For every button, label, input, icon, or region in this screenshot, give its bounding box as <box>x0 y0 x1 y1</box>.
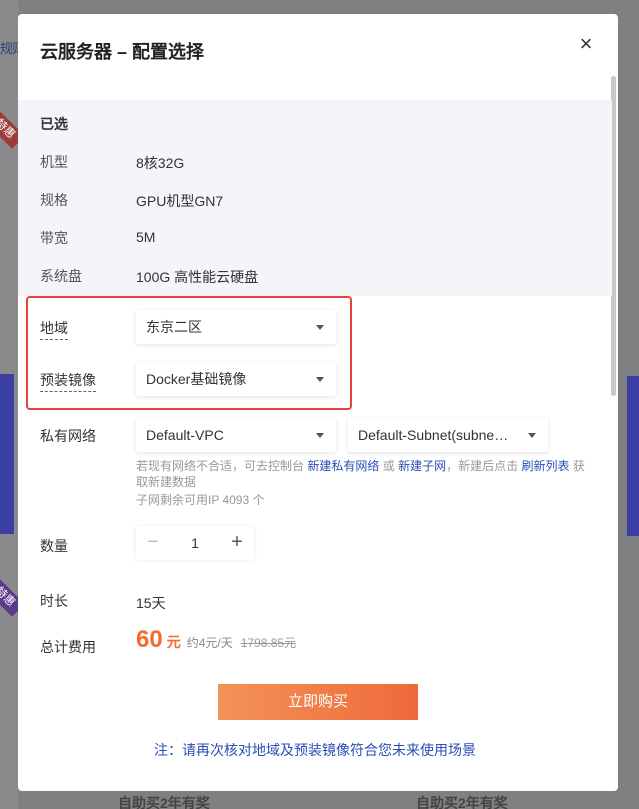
spec-value-type: GPU机型GN7 <box>136 193 224 209</box>
scroll-fade <box>18 552 612 574</box>
vpc-select[interactable]: Default-VPC <box>136 418 336 452</box>
spec-value-bandwidth: 5M <box>136 229 156 245</box>
background-card-title: 自助买2年有奖 <box>416 795 508 809</box>
price-amount: 60 <box>136 626 163 653</box>
close-icon[interactable]: × <box>576 32 596 56</box>
hint-text: 或 <box>382 459 395 473</box>
ip-remaining: 子网剩余可用IP 4093 个 <box>136 493 265 507</box>
hint-text: ，新建后点击 <box>446 459 519 473</box>
region-label: 地域 <box>40 318 68 340</box>
chevron-down-icon <box>316 377 324 382</box>
background-card-title: 自助买2年有奖 <box>118 795 210 809</box>
background-banner <box>0 374 14 534</box>
spec-value-disk: 100G 高性能云硬盘 <box>136 269 259 285</box>
new-subnet-link[interactable]: 新建子网 <box>398 459 446 473</box>
spec-label-type: 规格 <box>40 192 68 208</box>
duration-value: 15天 <box>136 595 166 611</box>
duration-label: 时长 <box>40 593 68 609</box>
new-vpc-link[interactable]: 新建私有网络 <box>307 459 379 473</box>
cost-label: 总计费用 <box>40 639 96 655</box>
selected-heading: 已选 <box>40 116 68 132</box>
region-select-value: 东京二区 <box>146 319 202 335</box>
original-price: 1798.85元 <box>240 636 297 650</box>
subnet-select-value: Default-Subnet(subne… <box>358 427 509 443</box>
network-label: 私有网络 <box>40 428 96 444</box>
modal-title: 云服务器 – 配置选择 <box>40 42 205 62</box>
config-modal: 云服务器 – 配置选择 × 已选 机型 8核32G 规格 GPU机型GN7 带宽… <box>18 14 618 791</box>
background-banner <box>627 376 639 536</box>
price-daily: 约4元/天 <box>186 636 233 650</box>
total-price: 60 元约4元/天 1798.85元 <box>136 626 296 654</box>
spec-label-model: 机型 <box>40 154 68 170</box>
image-select-value: Docker基础镜像 <box>146 371 247 387</box>
hint-text: 若现有网络不合适，可去控制台 <box>136 459 305 473</box>
image-select[interactable]: Docker基础镜像 <box>136 362 336 396</box>
price-unit: 元 <box>166 634 181 650</box>
chevron-down-icon <box>528 433 536 438</box>
notice-text: 注：请再次核对地域及预装镜像符合您未来使用场景 <box>154 742 476 758</box>
spec-label-disk: 系统盘 <box>40 268 82 284</box>
subnet-select[interactable]: Default-Subnet(subne… <box>348 418 548 452</box>
buy-now-button[interactable]: 立即购买 <box>218 684 418 720</box>
spec-label-bandwidth: 带宽 <box>40 230 68 246</box>
chevron-down-icon <box>316 433 324 438</box>
image-label: 预装镜像 <box>40 370 96 392</box>
region-select[interactable]: 东京二区 <box>136 310 336 344</box>
refresh-list-link[interactable]: 刷新列表 <box>521 459 569 473</box>
chevron-down-icon <box>316 325 324 330</box>
network-hint: 若现有网络不合适，可去控制台 新建私有网络 或 新建子网，新建后点击 刷新列表 … <box>136 458 596 490</box>
vpc-select-value: Default-VPC <box>146 427 224 443</box>
spec-value-model: 8核32G <box>136 155 185 171</box>
selected-summary: 已选 机型 8核32G 规格 GPU机型GN7 带宽 5M 系统盘 100G 高… <box>18 100 612 296</box>
